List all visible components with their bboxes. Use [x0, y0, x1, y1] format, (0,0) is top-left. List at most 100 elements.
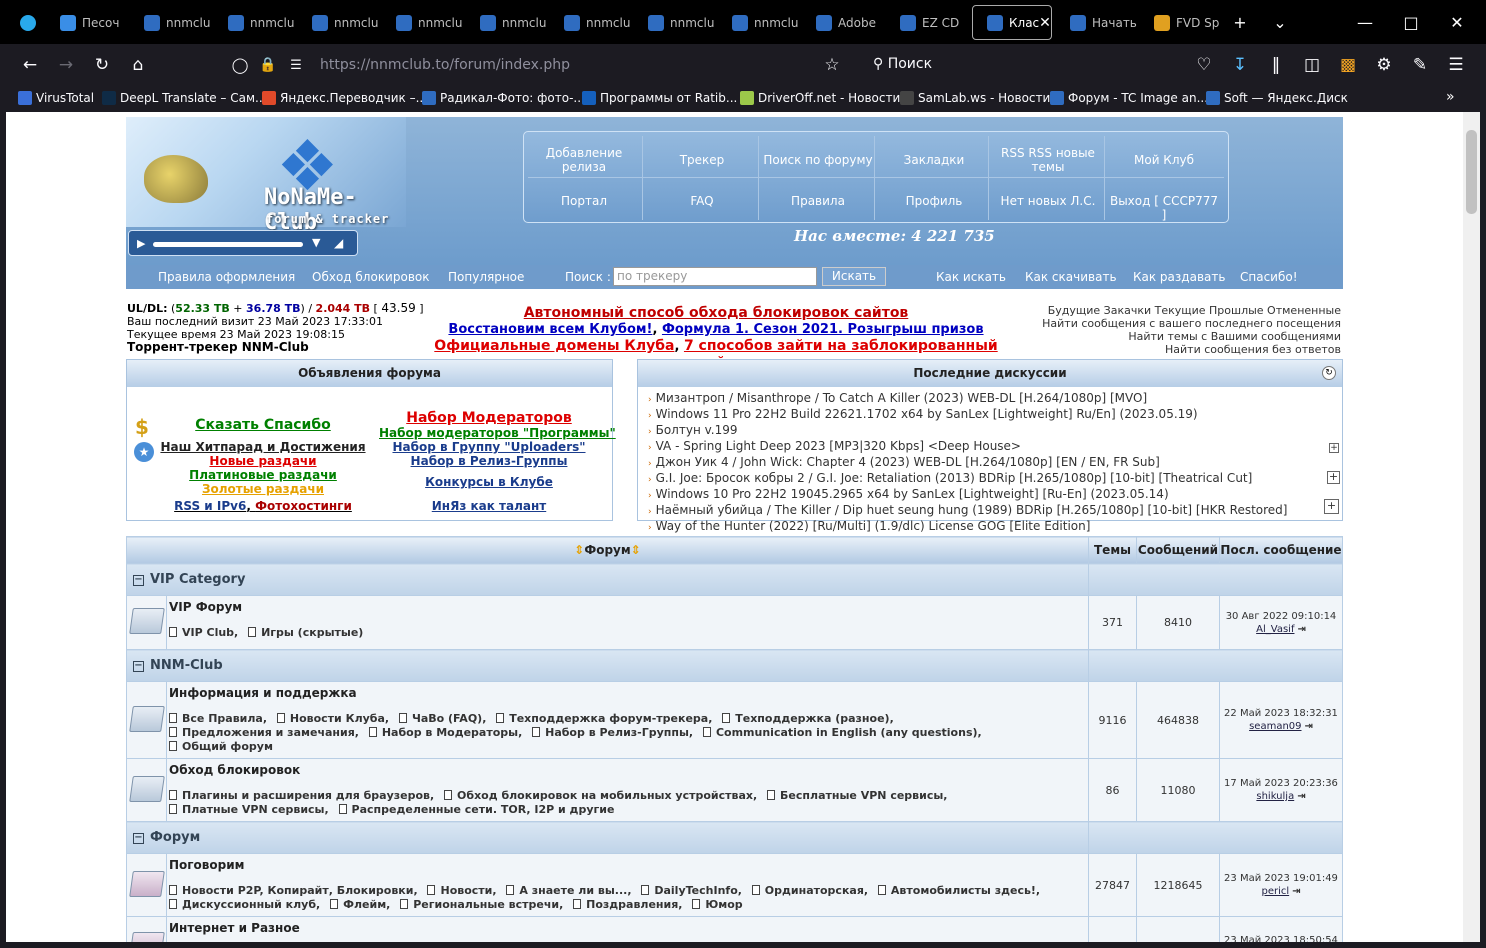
audio-player[interactable]: ▶ ▼ ◢ — [128, 230, 358, 256]
category-name-cell[interactable]: − Форум — [126, 821, 1089, 854]
expand-icon[interactable]: + — [1327, 471, 1340, 484]
minimize-icon[interactable]: — — [1342, 0, 1388, 44]
subnav-rules[interactable]: Правила оформления — [158, 270, 295, 284]
reload-icon[interactable]: ↻ — [88, 52, 116, 78]
bookmark-item[interactable]: Яндекс.Переводчик –... — [262, 91, 427, 105]
ann-uploaders[interactable]: Набор в Группу "Uploaders" — [379, 440, 599, 454]
menu-icon[interactable]: ☰ — [1442, 52, 1470, 78]
subforum-link[interactable]: Автомобилисты здесь!, — [877, 884, 1040, 897]
url-bar[interactable]: https://nnmclub.to/forum/index.php — [320, 57, 570, 73]
subforum-link[interactable]: Игры (скрытые) — [248, 626, 363, 639]
subforum-link[interactable]: Набор в Релиз-Группы, — [532, 726, 693, 739]
subforum-link[interactable]: Ординаторская, — [751, 884, 868, 897]
subnav-how-seed[interactable]: Как раздавать — [1133, 270, 1225, 284]
ann-photohost[interactable]: Фотохостинги — [255, 499, 352, 513]
browser-tab[interactable]: nnmclu — [298, 5, 382, 40]
top-menu-item[interactable]: FAQ — [644, 194, 760, 208]
discussion-item[interactable]: › Болтун v.199 — [648, 423, 1328, 439]
subforum-link[interactable]: VIP Club, — [169, 626, 238, 639]
bookmark-item[interactable]: Форум - TC Image an... — [1050, 91, 1208, 105]
bookmark-item[interactable]: Радикал-Фото: фото-... — [422, 91, 585, 105]
ann-release-groups[interactable]: Набор в Релиз-Группы — [379, 454, 599, 468]
discussion-item[interactable]: › Джон Уик 4 / John Wick: Chapter 4 (2023… — [648, 455, 1328, 471]
subforum-link[interactable]: Новости Клуба, — [276, 712, 389, 725]
go-to-post-icon[interactable]: ⇥ — [1292, 886, 1300, 897]
forum-name[interactable]: Информация и поддержка — [167, 682, 1088, 700]
quick-link-unanswered[interactable]: Найти сообщения без ответов — [1006, 343, 1341, 356]
download-icon[interactable]: ↧ — [1226, 52, 1254, 78]
last-post-user[interactable]: seaman09 — [1249, 721, 1301, 732]
tab-list-icon[interactable]: ⌄ — [1257, 0, 1303, 44]
forum-name[interactable]: Обход блокировок — [167, 759, 1088, 777]
subforum-link[interactable]: Все Правила, — [169, 712, 267, 725]
player-progress[interactable] — [153, 242, 303, 247]
discussion-item[interactable]: › VA - Spring Light Deep 2023 [MP3|320 Kb… — [648, 439, 1328, 455]
permissions-icon[interactable]: ☰ — [282, 52, 310, 78]
maximize-icon[interactable]: □ — [1388, 0, 1434, 44]
subforum-link[interactable]: Техподдержка форум-трекера, — [496, 712, 712, 725]
browser-tab[interactable]: nnmclu — [382, 5, 466, 40]
scrollbar-thumb[interactable] — [1466, 130, 1477, 214]
subforum-link[interactable]: ЧаВо (FAQ), — [398, 712, 486, 725]
top-menu-item[interactable]: Нет новых Л.С. — [990, 194, 1106, 208]
subforum-link[interactable]: Новости, — [427, 884, 497, 897]
lock-icon[interactable]: 🔒 — [254, 52, 282, 78]
category-name-cell[interactable]: − NNM-Club — [126, 649, 1089, 682]
top-menu-item[interactable]: Правила — [760, 194, 876, 208]
browser-tab[interactable]: FVD Sp — [1140, 5, 1224, 40]
forum-name[interactable]: Поговорим — [167, 854, 1088, 872]
subforum-link[interactable]: Дискуссионный клуб, — [169, 898, 320, 911]
back-icon[interactable]: ← — [16, 52, 44, 78]
shield-icon[interactable]: ◯ — [226, 52, 254, 78]
forum-name[interactable]: VIP Форум — [167, 596, 1088, 614]
ann-languages[interactable]: ИнЯз как талант — [379, 499, 599, 513]
subforum-link[interactable]: Флейм, — [330, 898, 390, 911]
sort-icon[interactable]: ⇕ — [574, 543, 584, 557]
ann-hitparade[interactable]: Наш Хитпарад и Достижения — [153, 440, 373, 454]
library-icon[interactable]: ‖ — [1262, 52, 1290, 78]
bookmark-item[interactable]: VirusTotal — [18, 91, 94, 105]
bookmark-item[interactable]: Программы от Ratib... — [582, 91, 737, 105]
discussion-item[interactable]: › Мизантроп / Misanthrope / To Catch A Ki… — [648, 391, 1328, 407]
subforum-link[interactable]: Платные VPN сервисы, — [169, 803, 329, 816]
quick-link-since-visit[interactable]: Найти сообщения с вашего последнего посе… — [1006, 317, 1341, 330]
collapse-icon[interactable]: − — [133, 833, 144, 844]
subforum-link[interactable]: Плагины и расширения для браузеров, — [169, 789, 434, 802]
bookmark-item[interactable]: Soft — Яндекс.Диск — [1206, 91, 1348, 105]
tracker-search-input[interactable]: по трекеру — [613, 267, 817, 286]
search-button[interactable]: Искать — [822, 267, 886, 286]
top-menu-item[interactable]: Профиль — [876, 194, 992, 208]
expand-icon[interactable]: + — [1329, 443, 1339, 453]
extensions-icon[interactable]: ✎ — [1406, 52, 1434, 78]
discussion-item[interactable]: › Way of the Hunter (2022) [Ru/Multi] (1.… — [648, 519, 1328, 535]
pinned-tab[interactable] — [0, 5, 46, 40]
subforum-link[interactable]: Communication in English (any questions)… — [702, 726, 982, 739]
top-menu-item[interactable]: Портал — [526, 194, 642, 208]
sidebar-icon[interactable]: ◫ — [1298, 52, 1326, 78]
subnav-how-search[interactable]: Как искать — [936, 270, 1006, 284]
category-name-cell[interactable]: − VIP Category — [126, 563, 1089, 596]
subnav-popular[interactable]: Популярное — [448, 270, 524, 284]
account-icon[interactable]: ⚙ — [1370, 52, 1398, 78]
top-menu-item[interactable]: Добавление релиза — [526, 146, 642, 174]
subforum-link[interactable]: Обход блокировок на мобильных устройства… — [444, 789, 757, 802]
home-icon[interactable]: ⌂ — [124, 52, 152, 78]
bookmark-item[interactable]: DriverOff.net - Новости — [740, 91, 900, 105]
browser-tab[interactable]: nnmclu — [718, 5, 802, 40]
top-menu-item[interactable]: Поиск по форуму — [760, 153, 876, 167]
collapse-icon[interactable]: − — [133, 661, 144, 672]
volume-icon[interactable]: ◢ — [334, 236, 343, 250]
subforum-link[interactable]: Общий форум — [169, 740, 273, 753]
subforum-link[interactable]: Распределенные сети. TOR, I2P и другие — [338, 803, 614, 816]
subforum-link[interactable]: Бесплатные VPN сервисы, — [767, 789, 948, 802]
notice-bypass-link[interactable]: Автономный способ обхода блокировок сайт… — [524, 305, 909, 321]
top-menu-item[interactable]: Мой Клуб — [1106, 153, 1222, 167]
subforum-link[interactable]: Набор в Модераторы, — [368, 726, 522, 739]
browser-tab[interactable]: nnmclu — [550, 5, 634, 40]
chevron-down-icon[interactable]: ▼ — [312, 236, 320, 249]
subforum-link[interactable]: Региональные встречи, — [400, 898, 563, 911]
last-post-user[interactable]: Al_Vasif — [1256, 624, 1294, 635]
ann-thanks[interactable]: Сказать Спасибо — [153, 417, 373, 433]
browser-tab[interactable]: nnmclu — [466, 5, 550, 40]
notice-domains-link[interactable]: Официальные домены Клуба — [434, 338, 674, 354]
